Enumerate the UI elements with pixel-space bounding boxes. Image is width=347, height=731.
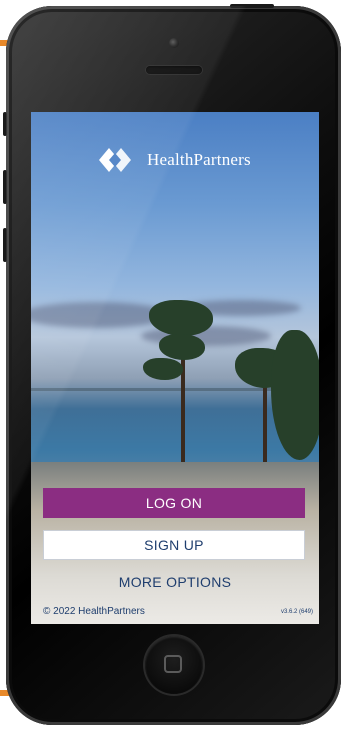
- home-button-icon: [164, 655, 182, 673]
- home-button[interactable]: [145, 636, 203, 694]
- version-text: v3.6.2 (649): [280, 609, 313, 615]
- healthpartners-logo-icon: [97, 146, 141, 174]
- tree-crown: [159, 334, 205, 360]
- volume-up-button: [3, 170, 7, 204]
- sleep-button: [230, 4, 274, 8]
- tree-crown: [271, 330, 319, 460]
- volume-down-button: [3, 228, 7, 262]
- app-screen: HealthPartners LOG ON SIGN UP MORE OPTIO…: [31, 112, 319, 624]
- tree-crown: [143, 358, 183, 380]
- mute-switch: [3, 112, 7, 136]
- front-camera: [169, 38, 179, 48]
- brand-logo: HealthPartners: [97, 146, 251, 174]
- brand-name: HealthPartners: [147, 150, 251, 169]
- more-options-link[interactable]: MORE OPTIONS: [31, 574, 319, 590]
- sign-up-button[interactable]: SIGN UP: [43, 530, 305, 560]
- copyright-text: © 2022 HealthPartners: [43, 606, 145, 617]
- earpiece-speaker: [146, 66, 202, 74]
- log-on-button[interactable]: LOG ON: [43, 488, 305, 518]
